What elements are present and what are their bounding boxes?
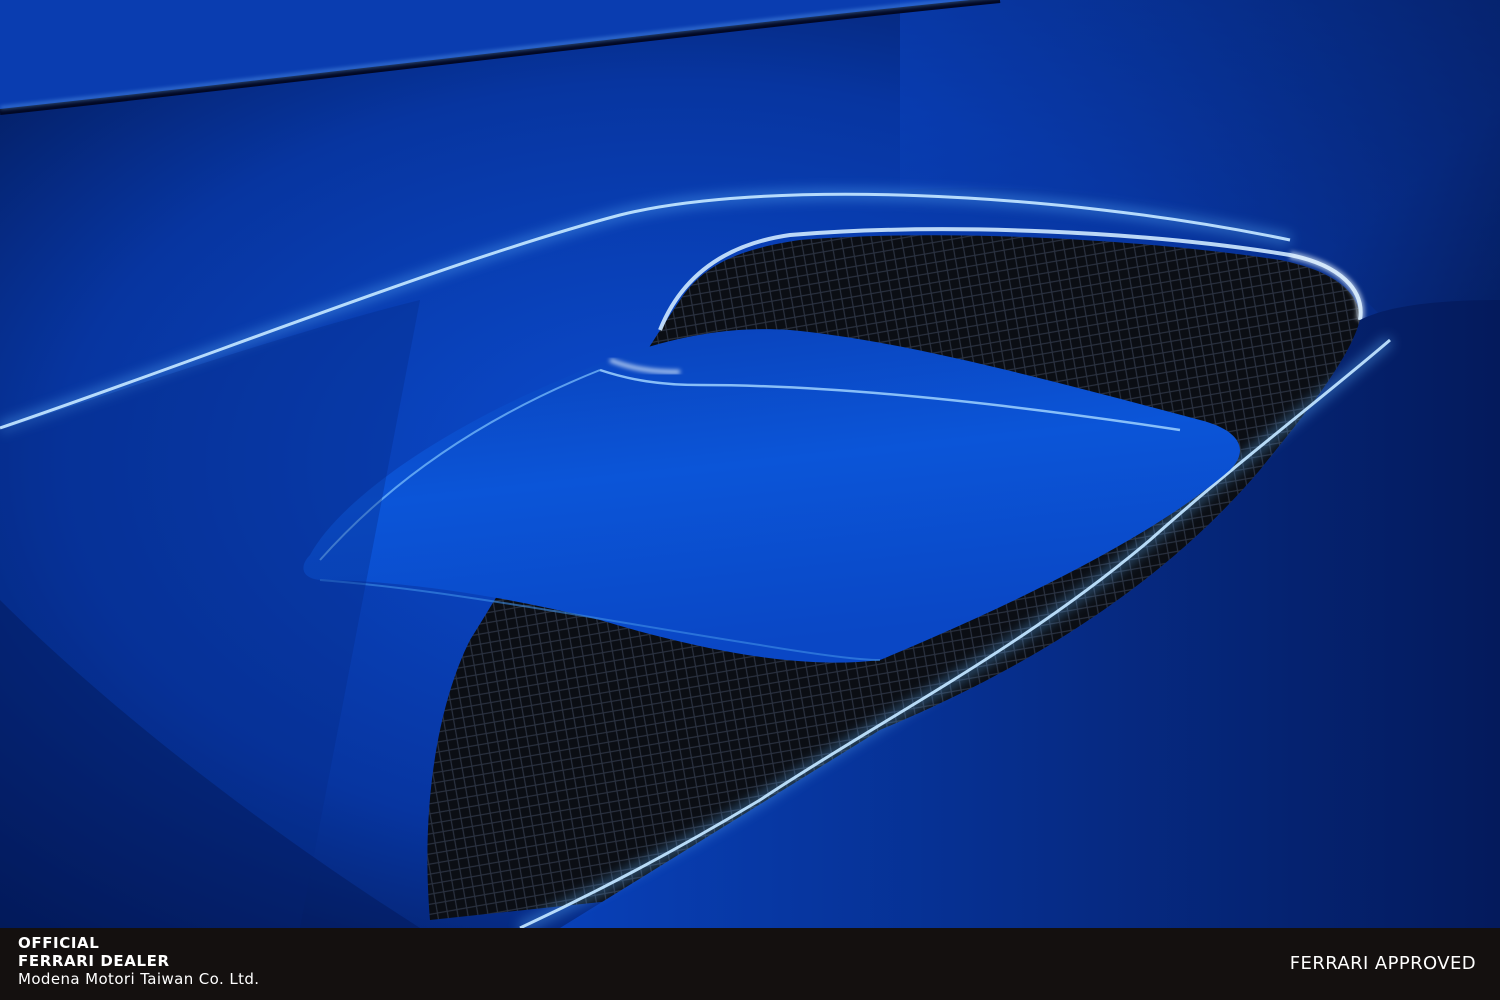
- page: OFFICIAL FERRARI DEALER Modena Motori Ta…: [0, 0, 1500, 1000]
- car-photo: [0, 0, 1500, 928]
- dealer-line-ferrari-dealer: FERRARI DEALER: [18, 952, 170, 970]
- dealer-line-official: OFFICIAL: [18, 934, 100, 952]
- dealer-company-name: Modena Motori Taiwan Co. Ltd.: [18, 970, 260, 988]
- dealer-info: OFFICIAL FERRARI DEALER Modena Motori Ta…: [18, 934, 259, 988]
- dealer-footer: OFFICIAL FERRARI DEALER Modena Motori Ta…: [0, 928, 1500, 1000]
- car-photo-illustration: [0, 0, 1500, 928]
- ferrari-approved-label: FERRARI APPROVED: [1289, 953, 1476, 974]
